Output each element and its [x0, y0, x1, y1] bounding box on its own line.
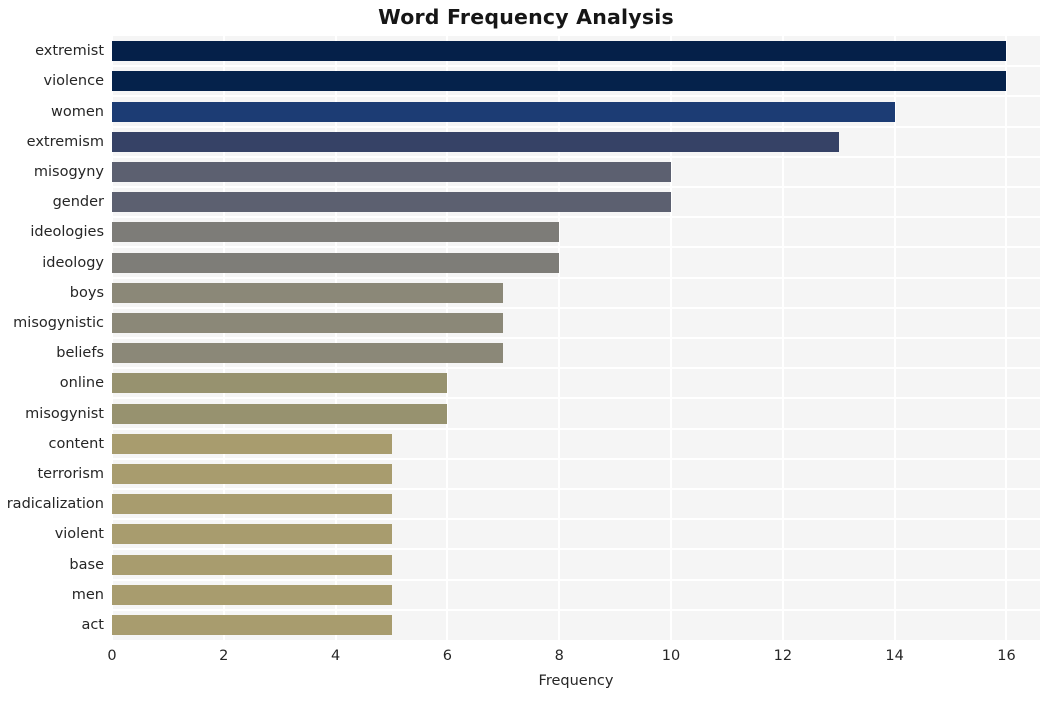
- y-axis-tick-label: online: [59, 375, 104, 392]
- x-axis-tick-labels: 0 2 4 6 8 10 12 14 16: [107, 648, 1040, 670]
- y-axis-tick-label: gender: [52, 194, 104, 211]
- bar: [112, 373, 448, 394]
- y-axis-tick-label: beliefs: [56, 345, 104, 362]
- chart-title: Word Frequency Analysis: [378, 5, 674, 29]
- bar: [112, 131, 839, 152]
- bar: [112, 433, 392, 454]
- bar: [112, 463, 392, 484]
- y-axis-tick-labels: extremist violence women extremism misogyny g…: [0, 36, 104, 640]
- x-axis-tick-label: 0: [107, 648, 117, 664]
- x-axis-tick-label: 10: [661, 648, 681, 664]
- bar: [112, 312, 504, 333]
- plot-area: [111, 36, 1040, 640]
- y-axis-tick-label: extremism: [26, 133, 104, 150]
- x-axis-tick-label: 8: [554, 648, 564, 664]
- bar: [112, 614, 392, 635]
- y-axis-tick-label: extremist: [35, 43, 104, 60]
- x-axis-label: Frequency: [538, 673, 614, 689]
- y-axis-tick-label: violence: [43, 73, 104, 90]
- bar: [112, 584, 392, 605]
- word-frequency-chart-figure: Word Frequency Analysis extremist violenc…: [0, 0, 1052, 701]
- y-axis-tick-label: ideology: [42, 254, 104, 271]
- y-axis-tick-label: women: [51, 103, 104, 120]
- x-axis-tick-label: 4: [330, 648, 341, 664]
- x-axis-tick-label: 14: [885, 648, 904, 664]
- y-axis-tick-label: boys: [69, 284, 104, 301]
- bars-container: [112, 36, 1040, 640]
- y-axis-tick-label: violent: [54, 526, 104, 543]
- bar: [112, 524, 392, 545]
- bar: [112, 252, 560, 273]
- bar: [112, 41, 1007, 62]
- x-axis-tick-label: 16: [997, 648, 1016, 664]
- bar: [112, 343, 504, 364]
- y-axis-tick-label: misogynistic: [13, 314, 104, 331]
- bar: [112, 192, 672, 213]
- bar: [112, 494, 392, 515]
- y-axis-tick-label: radicalization: [6, 496, 104, 513]
- bar: [112, 101, 895, 122]
- y-axis-tick-label: misogynist: [25, 405, 104, 422]
- y-axis-tick-label: base: [69, 556, 104, 573]
- y-axis-tick-label: content: [48, 435, 104, 452]
- y-axis-tick-label: ideologies: [30, 224, 104, 241]
- bar: [112, 71, 1007, 92]
- x-axis-tick-label: 12: [773, 648, 793, 664]
- bar: [112, 282, 504, 303]
- y-axis-tick-label: act: [81, 616, 104, 633]
- bar: [112, 554, 392, 575]
- y-axis-tick-label: misogyny: [33, 163, 104, 180]
- y-axis-tick-label: men: [71, 586, 104, 603]
- y-axis-tick-label: terrorism: [37, 465, 105, 482]
- bar: [112, 222, 560, 243]
- x-axis-tick-label: 2: [219, 648, 229, 664]
- bar: [112, 161, 672, 182]
- bar: [112, 403, 448, 424]
- x-axis-tick-label: 6: [442, 648, 453, 664]
